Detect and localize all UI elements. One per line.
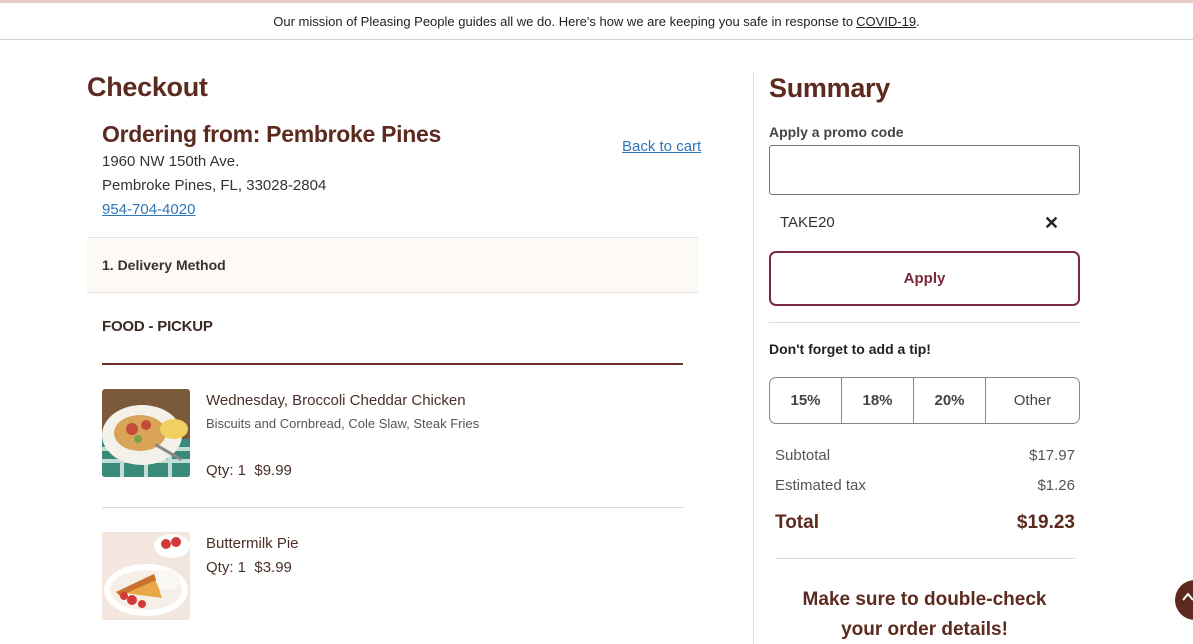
- covid-link[interactable]: COVID-19: [856, 14, 916, 29]
- tip-option-20[interactable]: 20%: [914, 378, 986, 423]
- promo-code-input[interactable]: [769, 145, 1080, 195]
- item-divider: [102, 507, 683, 508]
- tip-label: Don't forget to add a tip!: [769, 341, 931, 357]
- item-qty: Qty: 1: [206, 462, 247, 479]
- section-divider: [102, 363, 683, 365]
- chevron-up-icon: [1182, 592, 1193, 601]
- item-qty-price: Qty: 1 $9.99: [206, 462, 292, 479]
- scroll-to-top-button[interactable]: [1175, 580, 1193, 620]
- subtotal-value: $17.97: [1029, 447, 1075, 464]
- message-line2: your order details!: [841, 619, 1008, 640]
- item-image-buttermilk-pie: [102, 532, 190, 620]
- tip-selector: 15% 18% 20% Other: [769, 377, 1080, 424]
- store-phone-link[interactable]: 954-704-4020: [102, 201, 195, 218]
- tip-option-other[interactable]: Other: [986, 378, 1079, 423]
- applied-promo-code: TAKE20: [780, 214, 835, 231]
- close-icon[interactable]: ✕: [1044, 213, 1059, 234]
- promo-code-label: Apply a promo code: [769, 124, 904, 140]
- item-image-broccoli-cheddar-chicken: [102, 389, 190, 477]
- item-qty-price: Qty: 1 $3.99: [206, 559, 292, 576]
- banner-text: Our mission of Pleasing People guides al…: [273, 13, 854, 29]
- back-to-cart-link[interactable]: Back to cart: [622, 138, 701, 155]
- tax-label: Estimated tax: [775, 477, 866, 494]
- message-line1: Make sure to double-check: [802, 589, 1047, 610]
- item-qty: Qty: 1: [206, 559, 247, 576]
- total-value: $19.23: [1016, 512, 1075, 533]
- covid-banner: Our mission of Pleasing People guides al…: [0, 3, 1193, 40]
- total-divider: [775, 558, 1075, 559]
- item-sides: Biscuits and Cornbread, Cole Slaw, Steak…: [206, 416, 480, 431]
- page-title: Checkout: [87, 72, 208, 102]
- banner-suffix: .: [916, 13, 920, 29]
- delivery-method-label: 1. Delivery Method: [102, 257, 226, 273]
- store-title: Ordering from: Pembroke Pines: [102, 121, 441, 147]
- item-price: $9.99: [254, 462, 292, 479]
- delivery-method-step[interactable]: 1. Delivery Method: [87, 237, 698, 293]
- total-label: Total: [775, 512, 819, 533]
- summary-title: Summary: [769, 73, 890, 103]
- column-divider: [753, 72, 754, 644]
- store-address-line1: 1960 NW 150th Ave.: [102, 153, 240, 170]
- summary-divider: [769, 322, 1080, 323]
- item-name: Wednesday, Broccoli Cheddar Chicken: [206, 392, 466, 409]
- item-name: Buttermilk Pie: [206, 535, 299, 552]
- apply-promo-button[interactable]: Apply: [769, 251, 1080, 306]
- tip-option-18[interactable]: 18%: [842, 378, 914, 423]
- tip-option-15[interactable]: 15%: [770, 378, 842, 423]
- subtotal-label: Subtotal: [775, 447, 831, 464]
- item-price: $3.99: [254, 559, 292, 576]
- store-address-line2: Pembroke Pines, FL, 33028-2804: [102, 177, 327, 194]
- section-label: FOOD - PICKUP: [102, 318, 213, 335]
- tax-value: $1.26: [1037, 477, 1075, 494]
- double-check-message: Make sure to double-check your order det…: [769, 585, 1080, 644]
